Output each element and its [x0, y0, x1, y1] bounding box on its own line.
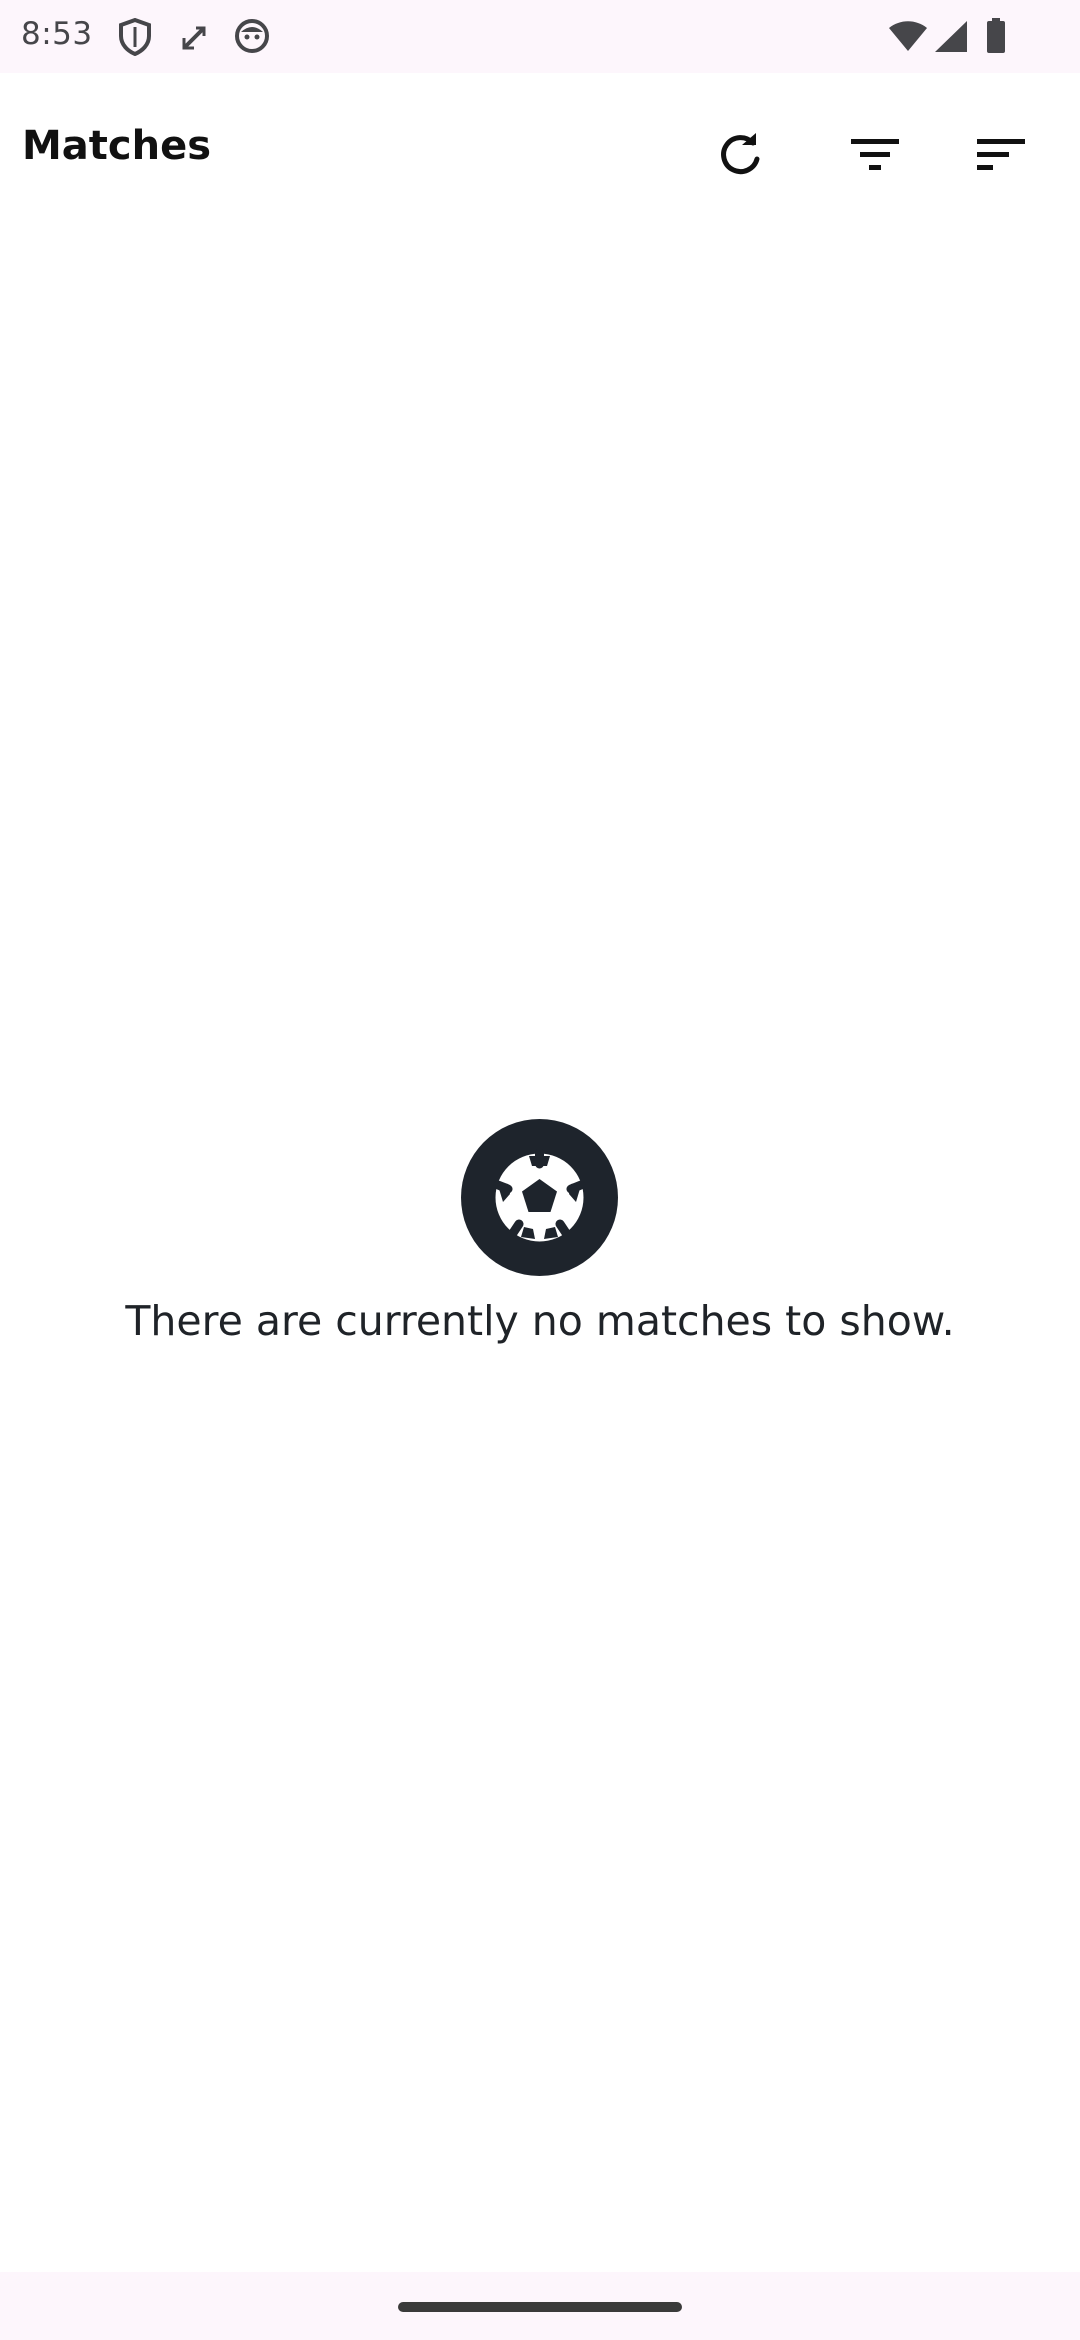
refresh-icon — [716, 131, 764, 183]
filter-button[interactable] — [835, 117, 915, 197]
page-title: Matches — [22, 123, 212, 169]
face-icon — [234, 18, 270, 58]
filter-icon — [849, 135, 901, 179]
cellular-signal-icon — [934, 20, 968, 57]
wifi-icon — [888, 20, 928, 56]
home-gesture-handle[interactable] — [398, 2302, 682, 2312]
navigation-bar — [0, 2272, 1080, 2340]
shield-icon — [118, 17, 152, 60]
soccer-ball-icon — [461, 1119, 618, 1276]
status-bar: 8:53 — [0, 0, 1080, 73]
app-bar: Matches — [0, 73, 1080, 229]
sort-icon — [975, 135, 1027, 179]
sort-button[interactable] — [961, 117, 1041, 197]
refresh-button[interactable] — [700, 117, 780, 197]
battery-icon — [986, 18, 1006, 58]
empty-state-message: There are currently no matches to show. — [125, 1297, 955, 1345]
status-time: 8:53 — [21, 16, 93, 52]
screen-rotate-icon — [180, 22, 210, 56]
matches-list-area: There are currently no matches to show. — [0, 229, 1080, 2272]
